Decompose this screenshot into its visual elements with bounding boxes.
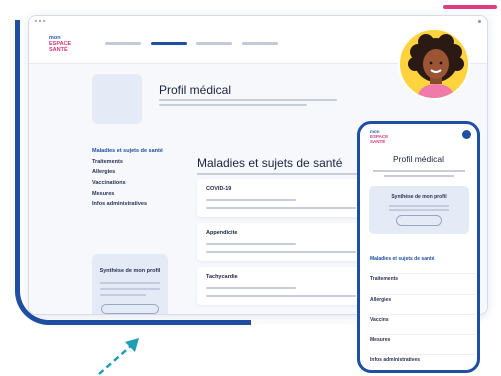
menu-item-vaccins[interactable]: Vaccins <box>370 315 475 336</box>
diagonal-arrow-icon <box>95 330 145 376</box>
profile-summary-title: Synthèse de mon profil <box>391 194 447 200</box>
section-title: Maladies et sujets de santé <box>197 156 343 170</box>
window-controls <box>35 20 45 22</box>
profile-summary-card: Synthèse de mon profil <box>92 254 168 314</box>
sidebar-item-traitements[interactable]: Traitements <box>92 157 187 168</box>
mobile-menu: Maladies et sujets de santé Traitements … <box>370 254 475 370</box>
card-text-line <box>206 251 356 253</box>
profile-summary-card: Synthèse de mon profil <box>369 186 469 234</box>
nav-tab-4[interactable] <box>242 42 278 45</box>
subtitle-placeholder <box>159 104 307 106</box>
decorative-accent-bar <box>443 5 497 9</box>
nav-tab-2-active[interactable] <box>151 42 187 45</box>
title-divider <box>159 99 337 101</box>
user-avatar-icon <box>398 28 470 100</box>
profile-dot-icon[interactable] <box>462 130 471 139</box>
subtitle-placeholder <box>384 175 454 177</box>
sidebar-item-vaccinations[interactable]: Vaccinations <box>92 178 187 189</box>
condition-card[interactable]: COVID-19 <box>197 179 377 217</box>
brand-logo[interactable]: mon ESPACE SANTÉ <box>370 129 388 144</box>
nav-tab-1[interactable] <box>105 42 141 45</box>
condition-card-title: Tachycardie <box>206 274 238 280</box>
profile-picture-placeholder <box>92 74 142 124</box>
menu-item-mesures[interactable]: Mesures <box>370 335 475 356</box>
condition-card-title: Appendicite <box>206 230 238 236</box>
nav-tab-3[interactable] <box>196 42 232 45</box>
condition-card[interactable]: Appendicite <box>197 223 377 261</box>
page-title: Profil médical <box>159 83 232 97</box>
profile-summary-button[interactable] <box>101 304 159 314</box>
title-divider <box>373 170 465 172</box>
menu-item-traitements[interactable]: Traitements <box>370 274 475 295</box>
summary-text-line <box>389 209 449 211</box>
card-text-line <box>206 243 296 245</box>
card-text-line <box>206 207 356 209</box>
condition-card-title: COVID-19 <box>206 186 232 192</box>
sidebar-item-maladies[interactable]: Maladies et sujets de santé <box>92 146 187 157</box>
summary-text-line <box>100 282 160 284</box>
mobile-phone-frame: mon ESPACE SANTÉ Profil médical Synthèse… <box>357 121 480 373</box>
window-dot <box>478 20 481 23</box>
profile-summary-title: Synthèse de mon profil <box>99 268 161 274</box>
card-text-line <box>206 295 356 297</box>
card-text-line <box>206 199 296 201</box>
brand-logo[interactable]: mon ESPACE SANTÉ <box>49 35 79 53</box>
summary-text-line <box>100 294 146 296</box>
section-title-underline <box>197 173 365 175</box>
menu-item-allergies[interactable]: Allergies <box>370 295 475 315</box>
menu-item-infos-administratives[interactable]: Infos administratives <box>370 355 475 370</box>
card-text-line <box>206 287 296 289</box>
condition-card[interactable]: Tachycardie <box>197 267 377 305</box>
sidebar-item-infos-administratives[interactable]: Infos administratives <box>92 199 187 210</box>
page-title: Profil médical <box>392 154 445 164</box>
sidebar-menu: Maladies et sujets de santé Traitements … <box>92 146 187 210</box>
sidebar-item-mesures[interactable]: Mesures <box>92 189 187 200</box>
sidebar-item-allergies[interactable]: Allergies <box>92 167 187 178</box>
menu-item-maladies[interactable]: Maladies et sujets de santé <box>370 254 475 275</box>
summary-text-line <box>100 288 160 290</box>
profile-summary-button[interactable] <box>396 215 442 226</box>
summary-text-line <box>389 205 449 207</box>
